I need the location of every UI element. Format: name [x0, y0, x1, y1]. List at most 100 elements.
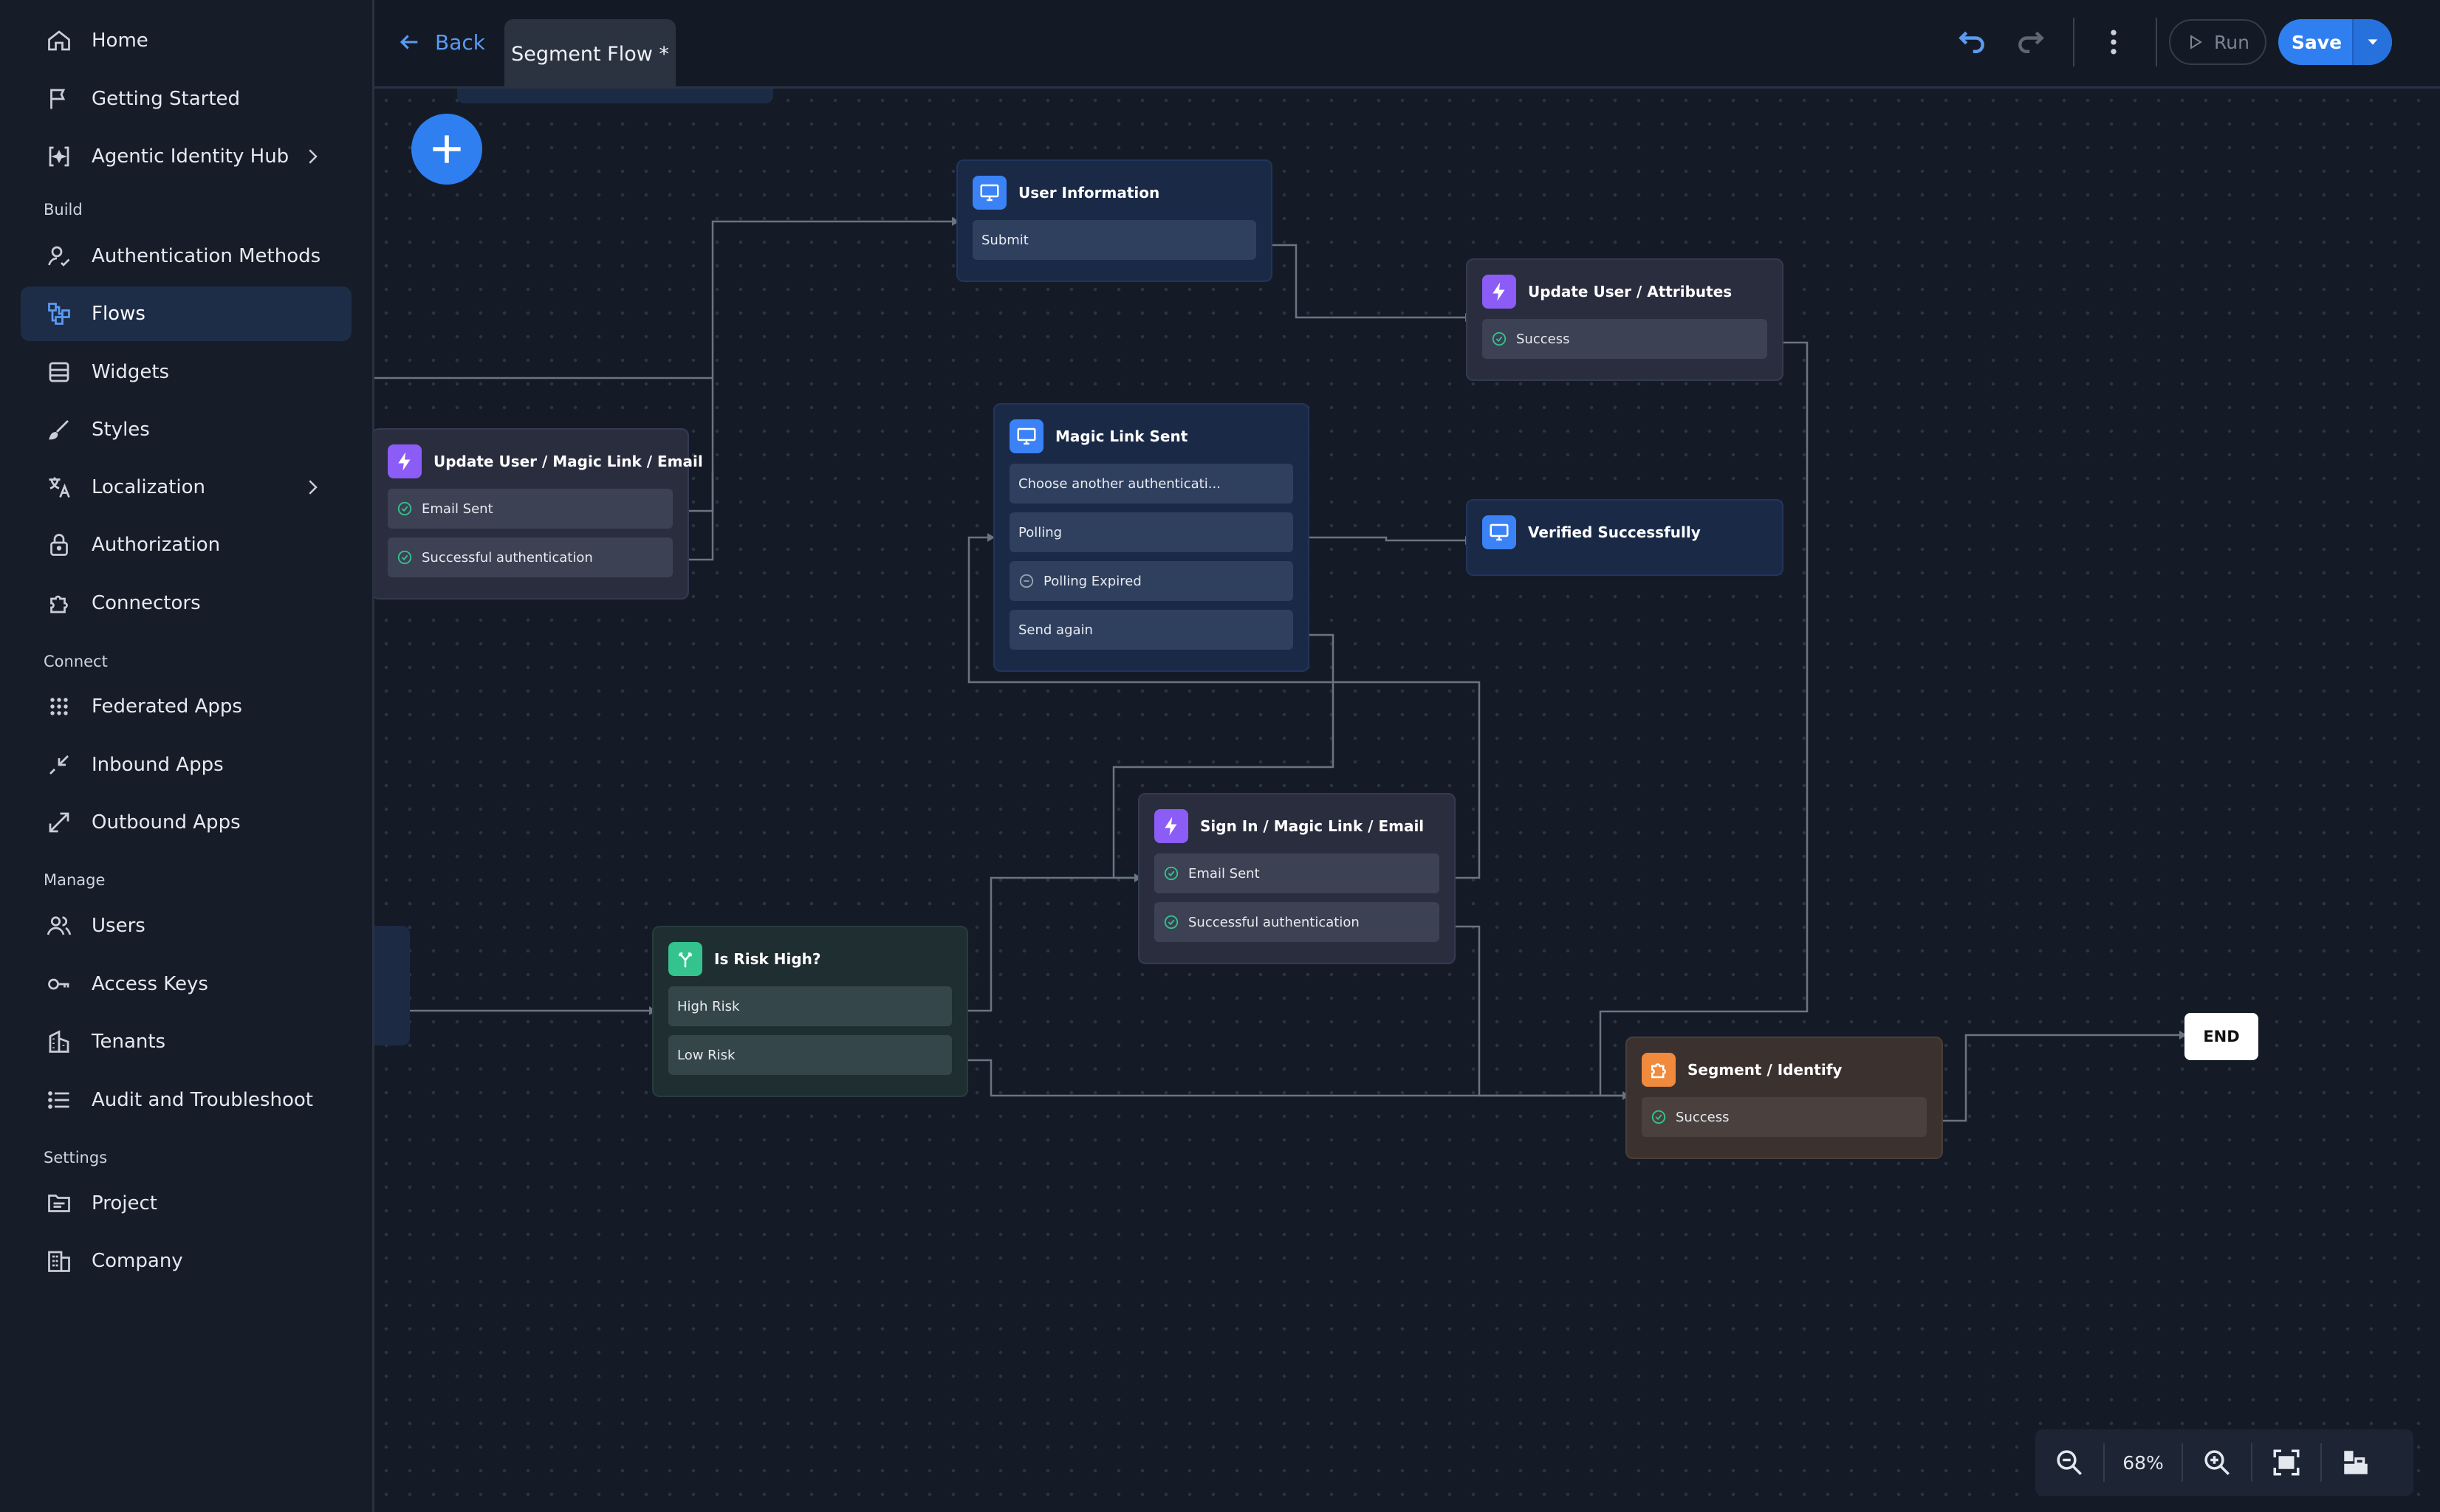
- port-successful-authentication[interactable]: Successful authentication: [1154, 902, 1439, 942]
- sidebar-item-authentication-methods[interactable]: Authentication Methods: [21, 229, 352, 284]
- undo-button[interactable]: [1953, 24, 1990, 61]
- sidebar-item-label: Agentic Identity Hub: [92, 145, 289, 168]
- sidebar-item-label: Home: [92, 30, 148, 52]
- sidebar-item-localization[interactable]: Localization: [21, 460, 352, 515]
- port-email-sent[interactable]: Email Sent: [388, 489, 673, 529]
- sidebar-item-label: Widgets: [92, 361, 170, 383]
- port-polling[interactable]: Polling: [1010, 512, 1293, 552]
- grid-icon: [44, 692, 74, 721]
- node-user-information[interactable]: User Information Submit: [956, 159, 1272, 282]
- more-options-button[interactable]: [2095, 24, 2132, 61]
- add-node-button[interactable]: [411, 114, 482, 185]
- node-is-risk-high[interactable]: Is Risk High? High Risk Low Risk: [652, 926, 968, 1097]
- sidebar-item-home[interactable]: Home: [21, 13, 352, 68]
- sidebar-item-label: Project: [92, 1192, 157, 1214]
- sidebar-item-label: Authentication Methods: [92, 245, 321, 267]
- port-success[interactable]: Success: [1642, 1097, 1927, 1137]
- node-end[interactable]: END: [2184, 1013, 2258, 1060]
- port-label: Success: [1676, 1109, 1730, 1125]
- top-bar: Back Segment Flow * Run Save: [374, 0, 2440, 89]
- auto-layout-button[interactable]: [2322, 1429, 2390, 1496]
- node-title: Update User / Attributes: [1528, 283, 1733, 300]
- zoom-out-button[interactable]: [2035, 1429, 2103, 1496]
- zoom-in-button[interactable]: [2183, 1429, 2251, 1496]
- check-circle-icon: [397, 550, 412, 565]
- screen-icon: [1010, 419, 1043, 453]
- sidebar-item-project[interactable]: Project: [21, 1176, 352, 1231]
- flow-canvas[interactable]: User Information Submit Update User / At…: [374, 89, 2440, 1512]
- node-title: User Information: [1018, 184, 1160, 202]
- section-label-connect: Connect: [44, 653, 108, 670]
- node-title: Verified Successfully: [1528, 523, 1701, 541]
- port-choose-another-authentication[interactable]: Choose another authenticati...: [1010, 464, 1293, 504]
- sidebar-item-connectors[interactable]: Connectors: [21, 576, 352, 630]
- sidebar-item-federated-apps[interactable]: Federated Apps: [21, 679, 352, 734]
- node-segment-identify[interactable]: Segment / Identify Success: [1625, 1037, 1943, 1159]
- run-label: Run: [2214, 31, 2249, 53]
- zoom-in-icon: [2204, 1450, 2230, 1475]
- sidebar-item-label: Company: [92, 1250, 183, 1272]
- port-send-again[interactable]: Send again: [1010, 610, 1293, 650]
- wire-high-risk-to-sign-in: [953, 876, 1134, 1012]
- sidebar-item-agentic-identity-hub[interactable]: Agentic Identity Hub: [21, 129, 352, 184]
- tab-segment-flow[interactable]: Segment Flow *: [504, 19, 676, 89]
- undo-icon: [1958, 31, 1984, 54]
- check-circle-icon: [1164, 866, 1179, 881]
- port-submit[interactable]: Submit: [973, 220, 1256, 260]
- sidebar-item-inbound-apps[interactable]: Inbound Apps: [21, 738, 352, 792]
- check-circle-icon: [1492, 331, 1507, 346]
- save-button-group: Save: [2278, 19, 2392, 65]
- node-verified-successfully[interactable]: Verified Successfully: [1466, 499, 1783, 576]
- inbound-icon: [44, 750, 74, 780]
- save-options-dropdown[interactable]: [2354, 19, 2392, 65]
- port-high-risk[interactable]: High Risk: [668, 986, 952, 1026]
- port-low-risk[interactable]: Low Risk: [668, 1035, 952, 1075]
- sidebar-item-label: Audit and Troubleshoot: [92, 1089, 313, 1111]
- node-sign-in-magic-link-email[interactable]: Sign In / Magic Link / Email Email Sent …: [1138, 793, 1456, 964]
- section-label-manage: Manage: [44, 871, 106, 889]
- chevron-right-icon: [309, 480, 318, 495]
- wire-attributes-success-to-segment: [1599, 341, 1809, 1096]
- sidebar-item-access-keys[interactable]: Access Keys: [21, 957, 352, 1011]
- port-successful-authentication[interactable]: Successful authentication: [388, 537, 673, 577]
- sidebar-item-getting-started[interactable]: Getting Started: [21, 72, 352, 126]
- port-polling-expired[interactable]: Polling Expired: [1010, 561, 1293, 601]
- port-success[interactable]: Success: [1482, 319, 1767, 359]
- run-button[interactable]: Run: [2169, 19, 2266, 65]
- sidebar-item-outbound-apps[interactable]: Outbound Apps: [21, 795, 352, 850]
- sidebar-item-label: Federated Apps: [92, 695, 242, 718]
- node-title: Update User / Magic Link / Email: [433, 453, 703, 470]
- toolbar-divider: [2073, 18, 2074, 66]
- list-icon: [44, 1085, 74, 1115]
- redo-button[interactable]: [2012, 24, 2049, 61]
- sidebar-item-widgets[interactable]: Widgets: [21, 345, 352, 399]
- port-label: Successful authentication: [422, 549, 593, 566]
- port-email-sent[interactable]: Email Sent: [1154, 853, 1439, 893]
- sidebar-item-users[interactable]: Users: [21, 898, 352, 953]
- translate-icon: [44, 472, 74, 502]
- sidebar-item-audit-and-troubleshoot[interactable]: Audit and Troubleshoot: [21, 1073, 352, 1127]
- action-bolt-icon: [1482, 275, 1516, 309]
- lock-icon: [44, 530, 74, 560]
- port-label: Email Sent: [422, 501, 493, 517]
- node-magic-link-sent[interactable]: Magic Link Sent Choose another authentic…: [993, 403, 1309, 672]
- sidebar-item-label: Getting Started: [92, 88, 241, 110]
- fit-view-button[interactable]: [2252, 1429, 2320, 1496]
- zoom-out-icon: [2057, 1450, 2082, 1475]
- sidebar-item-flows[interactable]: Flows: [21, 286, 352, 341]
- sidebar-item-styles[interactable]: Styles: [21, 402, 352, 457]
- node-update-user-attributes[interactable]: Update User / Attributes Success: [1466, 258, 1783, 381]
- sidebar-item-company[interactable]: Company: [21, 1234, 352, 1288]
- back-button[interactable]: Back: [397, 30, 485, 55]
- sidebar-item-authorization[interactable]: Authorization: [21, 518, 352, 572]
- node-title: Segment / Identify: [1687, 1061, 1843, 1079]
- node-update-user-magic-link-email[interactable]: Update User / Magic Link / Email Email S…: [374, 428, 703, 599]
- wire-low-risk-to-segment: [953, 1059, 1622, 1097]
- sidebar-item-tenants[interactable]: Tenants: [21, 1014, 352, 1069]
- fit-view-icon: [2273, 1449, 2300, 1476]
- port-label: Polling Expired: [1043, 573, 1142, 589]
- zoom-toolbar: 68%: [2035, 1429, 2413, 1496]
- play-icon: [2190, 35, 2202, 49]
- port-label: Email Sent: [1188, 865, 1260, 882]
- save-button[interactable]: Save: [2278, 32, 2352, 53]
